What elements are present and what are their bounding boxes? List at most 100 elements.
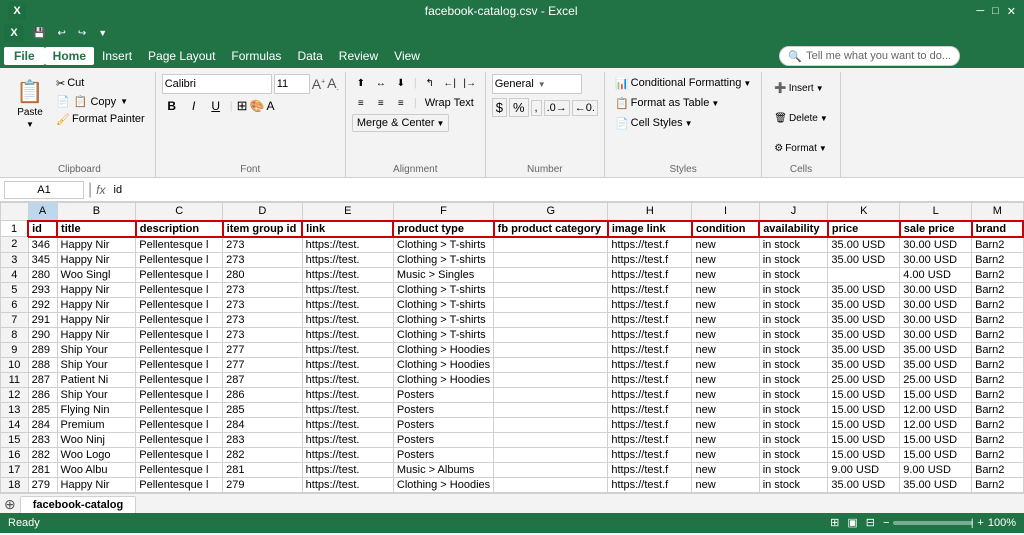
cell[interactable]: 291: [28, 312, 57, 327]
cell[interactable]: description: [136, 221, 223, 237]
cell[interactable]: in stock: [759, 267, 828, 282]
cell[interactable]: Pellentesque l: [136, 462, 223, 477]
cell[interactable]: 279: [28, 477, 57, 492]
font-grow-icon[interactable]: A+: [312, 76, 325, 92]
cell[interactable]: Clothing > T-shirts: [393, 282, 493, 297]
underline-button[interactable]: U: [206, 96, 226, 116]
cell[interactable]: Barn2: [972, 282, 1023, 297]
name-box[interactable]: [4, 181, 84, 199]
view-normal-icon[interactable]: ⊞: [830, 516, 839, 529]
col-header-j[interactable]: J: [759, 203, 828, 221]
cell[interactable]: 277: [223, 357, 302, 372]
cell[interactable]: brand: [972, 221, 1023, 237]
align-right-button[interactable]: ≡: [392, 94, 410, 112]
merge-center-button[interactable]: Merge & Center ▼: [352, 114, 450, 132]
col-header-l[interactable]: L: [900, 203, 972, 221]
menu-review[interactable]: Review: [331, 47, 386, 65]
increase-decimal-button[interactable]: .0→: [544, 100, 570, 116]
insert-button[interactable]: ➕ Insert ▼: [768, 74, 829, 102]
col-header-g[interactable]: G: [494, 203, 608, 221]
cell[interactable]: Music > Singles: [393, 267, 493, 282]
cell[interactable]: in stock: [759, 237, 828, 253]
cell[interactable]: 292: [28, 297, 57, 312]
comma-button[interactable]: ,: [531, 100, 542, 116]
minimize-icon[interactable]: ─: [976, 5, 984, 18]
cell[interactable]: https://test.: [302, 357, 393, 372]
cell[interactable]: Barn2: [972, 387, 1023, 402]
cell[interactable]: new: [692, 237, 759, 253]
format-painter-button[interactable]: 🖌 Format Painter: [52, 110, 149, 128]
cell[interactable]: https://test.f: [608, 387, 692, 402]
col-header-i[interactable]: I: [692, 203, 759, 221]
cell[interactable]: Barn2: [972, 327, 1023, 342]
cell[interactable]: [494, 252, 608, 267]
cell[interactable]: Clothing > T-shirts: [393, 297, 493, 312]
cell[interactable]: https://test.f: [608, 447, 692, 462]
cell[interactable]: [494, 447, 608, 462]
cell[interactable]: 35.00 USD: [900, 342, 972, 357]
cell[interactable]: 287: [28, 372, 57, 387]
cell[interactable]: Happy Nir: [57, 297, 136, 312]
align-center-button[interactable]: ≡: [372, 94, 390, 112]
cell[interactable]: 15.00 USD: [828, 447, 900, 462]
conditional-formatting-button[interactable]: 📊 Conditional Formatting ▼: [611, 74, 755, 92]
cell[interactable]: product type: [393, 221, 493, 237]
cell[interactable]: 279: [223, 477, 302, 492]
cell[interactable]: [494, 267, 608, 282]
cell[interactable]: https://test.: [302, 267, 393, 282]
menu-home[interactable]: Home: [45, 47, 94, 65]
cell[interactable]: Barn2: [972, 252, 1023, 267]
cell[interactable]: https://test.f: [608, 282, 692, 297]
cell[interactable]: https://test.f: [608, 402, 692, 417]
cell[interactable]: Pellentesque l: [136, 327, 223, 342]
col-header-a[interactable]: A: [28, 203, 57, 221]
col-header-e[interactable]: E: [302, 203, 393, 221]
cell[interactable]: https://test.: [302, 372, 393, 387]
cell[interactable]: Barn2: [972, 447, 1023, 462]
cell[interactable]: 25.00 USD: [900, 372, 972, 387]
cell[interactable]: in stock: [759, 402, 828, 417]
cell[interactable]: https://test.: [302, 477, 393, 492]
redo-btn[interactable]: ↪: [75, 27, 89, 40]
cell[interactable]: 12.00 USD: [900, 402, 972, 417]
cell[interactable]: https://test.f: [608, 417, 692, 432]
align-top-button[interactable]: ⬆: [352, 74, 370, 92]
cell[interactable]: 277: [223, 342, 302, 357]
cell[interactable]: [494, 327, 608, 342]
cell[interactable]: https://test.: [302, 402, 393, 417]
cell[interactable]: new: [692, 462, 759, 477]
cell[interactable]: 273: [223, 237, 302, 253]
cell[interactable]: 30.00 USD: [900, 297, 972, 312]
cell[interactable]: in stock: [759, 387, 828, 402]
cell[interactable]: [494, 387, 608, 402]
cell[interactable]: 273: [223, 252, 302, 267]
cell[interactable]: new: [692, 357, 759, 372]
col-header-c[interactable]: C: [136, 203, 223, 221]
cell-styles-button[interactable]: 📄 Cell Styles ▼: [611, 114, 697, 132]
number-format-combo[interactable]: General ▼: [492, 74, 582, 94]
qat-customize-btn[interactable]: ▼: [95, 27, 110, 39]
indent-increase-button[interactable]: |→: [461, 74, 479, 92]
cell[interactable]: price: [828, 221, 900, 237]
cell[interactable]: https://test.: [302, 432, 393, 447]
cell[interactable]: 281: [28, 462, 57, 477]
cell[interactable]: Barn2: [972, 237, 1023, 253]
cell[interactable]: Pellentesque l: [136, 312, 223, 327]
cell[interactable]: https://test.f: [608, 357, 692, 372]
cell[interactable]: 15.00 USD: [828, 417, 900, 432]
cell[interactable]: sale price: [900, 221, 972, 237]
cell[interactable]: https://test.: [302, 447, 393, 462]
cell[interactable]: 15.00 USD: [828, 387, 900, 402]
menu-insert[interactable]: Insert: [94, 47, 140, 65]
cell[interactable]: 35.00 USD: [900, 357, 972, 372]
cell[interactable]: Clothing > T-shirts: [393, 312, 493, 327]
zoom-slider[interactable]: − | + 100%: [883, 517, 1016, 529]
bold-button[interactable]: B: [162, 96, 182, 116]
cell[interactable]: 30.00 USD: [900, 237, 972, 253]
cell[interactable]: condition: [692, 221, 759, 237]
cell[interactable]: 30.00 USD: [900, 252, 972, 267]
cell[interactable]: in stock: [759, 282, 828, 297]
cell[interactable]: https://test.f: [608, 312, 692, 327]
undo-btn[interactable]: ↩: [54, 27, 68, 40]
cell[interactable]: 286: [223, 387, 302, 402]
